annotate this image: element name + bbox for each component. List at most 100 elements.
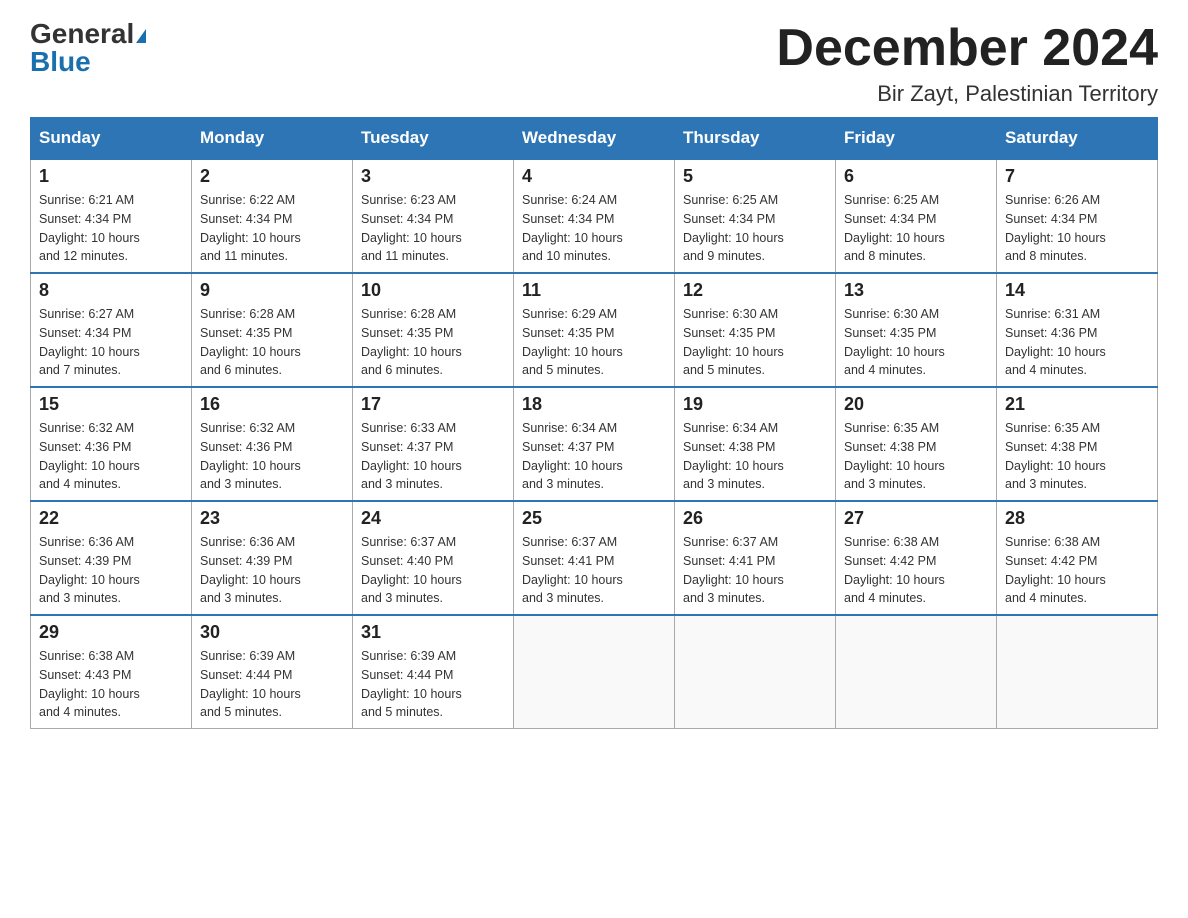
day-info: Sunrise: 6:31 AM Sunset: 4:36 PM Dayligh… [1005,305,1149,380]
day-number: 3 [361,166,505,187]
day-number: 8 [39,280,183,301]
table-row: 18 Sunrise: 6:34 AM Sunset: 4:37 PM Dayl… [514,387,675,501]
table-row: 5 Sunrise: 6:25 AM Sunset: 4:34 PM Dayli… [675,159,836,273]
logo-text: General Blue [30,20,146,76]
day-info: Sunrise: 6:22 AM Sunset: 4:34 PM Dayligh… [200,191,344,266]
day-info: Sunrise: 6:36 AM Sunset: 4:39 PM Dayligh… [39,533,183,608]
table-row: 28 Sunrise: 6:38 AM Sunset: 4:42 PM Dayl… [997,501,1158,615]
day-info: Sunrise: 6:38 AM Sunset: 4:42 PM Dayligh… [1005,533,1149,608]
day-info: Sunrise: 6:29 AM Sunset: 4:35 PM Dayligh… [522,305,666,380]
day-info: Sunrise: 6:34 AM Sunset: 4:37 PM Dayligh… [522,419,666,494]
page-header: General Blue December 2024 Bir Zayt, Pal… [30,20,1158,107]
day-number: 13 [844,280,988,301]
day-number: 27 [844,508,988,529]
table-row [836,615,997,729]
logo-blue-text: Blue [30,46,91,77]
day-info: Sunrise: 6:35 AM Sunset: 4:38 PM Dayligh… [1005,419,1149,494]
day-info: Sunrise: 6:34 AM Sunset: 4:38 PM Dayligh… [683,419,827,494]
day-number: 16 [200,394,344,415]
table-row: 9 Sunrise: 6:28 AM Sunset: 4:35 PM Dayli… [192,273,353,387]
table-row: 17 Sunrise: 6:33 AM Sunset: 4:37 PM Dayl… [353,387,514,501]
col-saturday: Saturday [997,118,1158,160]
table-row: 10 Sunrise: 6:28 AM Sunset: 4:35 PM Dayl… [353,273,514,387]
day-info: Sunrise: 6:28 AM Sunset: 4:35 PM Dayligh… [361,305,505,380]
header-row: Sunday Monday Tuesday Wednesday Thursday… [31,118,1158,160]
week-row-5: 29 Sunrise: 6:38 AM Sunset: 4:43 PM Dayl… [31,615,1158,729]
table-row: 15 Sunrise: 6:32 AM Sunset: 4:36 PM Dayl… [31,387,192,501]
table-row: 11 Sunrise: 6:29 AM Sunset: 4:35 PM Dayl… [514,273,675,387]
table-row: 12 Sunrise: 6:30 AM Sunset: 4:35 PM Dayl… [675,273,836,387]
title-area: December 2024 Bir Zayt, Palestinian Terr… [776,20,1158,107]
table-row: 21 Sunrise: 6:35 AM Sunset: 4:38 PM Dayl… [997,387,1158,501]
day-number: 11 [522,280,666,301]
day-info: Sunrise: 6:37 AM Sunset: 4:41 PM Dayligh… [683,533,827,608]
day-number: 7 [1005,166,1149,187]
day-number: 20 [844,394,988,415]
col-friday: Friday [836,118,997,160]
day-number: 26 [683,508,827,529]
table-row: 19 Sunrise: 6:34 AM Sunset: 4:38 PM Dayl… [675,387,836,501]
col-sunday: Sunday [31,118,192,160]
day-number: 25 [522,508,666,529]
month-title: December 2024 [776,20,1158,77]
day-info: Sunrise: 6:38 AM Sunset: 4:42 PM Dayligh… [844,533,988,608]
table-row: 1 Sunrise: 6:21 AM Sunset: 4:34 PM Dayli… [31,159,192,273]
logo-triangle-icon [136,29,146,43]
table-row: 8 Sunrise: 6:27 AM Sunset: 4:34 PM Dayli… [31,273,192,387]
table-row: 20 Sunrise: 6:35 AM Sunset: 4:38 PM Dayl… [836,387,997,501]
week-row-2: 8 Sunrise: 6:27 AM Sunset: 4:34 PM Dayli… [31,273,1158,387]
table-row: 25 Sunrise: 6:37 AM Sunset: 4:41 PM Dayl… [514,501,675,615]
table-row [997,615,1158,729]
table-row: 14 Sunrise: 6:31 AM Sunset: 4:36 PM Dayl… [997,273,1158,387]
day-number: 17 [361,394,505,415]
day-info: Sunrise: 6:37 AM Sunset: 4:41 PM Dayligh… [522,533,666,608]
day-number: 14 [1005,280,1149,301]
table-row: 7 Sunrise: 6:26 AM Sunset: 4:34 PM Dayli… [997,159,1158,273]
day-info: Sunrise: 6:38 AM Sunset: 4:43 PM Dayligh… [39,647,183,722]
day-info: Sunrise: 6:32 AM Sunset: 4:36 PM Dayligh… [39,419,183,494]
day-info: Sunrise: 6:35 AM Sunset: 4:38 PM Dayligh… [844,419,988,494]
day-info: Sunrise: 6:25 AM Sunset: 4:34 PM Dayligh… [683,191,827,266]
week-row-4: 22 Sunrise: 6:36 AM Sunset: 4:39 PM Dayl… [31,501,1158,615]
day-number: 18 [522,394,666,415]
logo: General Blue [30,20,146,76]
table-row: 27 Sunrise: 6:38 AM Sunset: 4:42 PM Dayl… [836,501,997,615]
table-row: 3 Sunrise: 6:23 AM Sunset: 4:34 PM Dayli… [353,159,514,273]
week-row-3: 15 Sunrise: 6:32 AM Sunset: 4:36 PM Dayl… [31,387,1158,501]
day-info: Sunrise: 6:39 AM Sunset: 4:44 PM Dayligh… [361,647,505,722]
day-number: 29 [39,622,183,643]
table-row [675,615,836,729]
table-row: 16 Sunrise: 6:32 AM Sunset: 4:36 PM Dayl… [192,387,353,501]
day-info: Sunrise: 6:30 AM Sunset: 4:35 PM Dayligh… [683,305,827,380]
location-title: Bir Zayt, Palestinian Territory [776,81,1158,107]
day-info: Sunrise: 6:33 AM Sunset: 4:37 PM Dayligh… [361,419,505,494]
table-row: 26 Sunrise: 6:37 AM Sunset: 4:41 PM Dayl… [675,501,836,615]
day-info: Sunrise: 6:36 AM Sunset: 4:39 PM Dayligh… [200,533,344,608]
table-row: 22 Sunrise: 6:36 AM Sunset: 4:39 PM Dayl… [31,501,192,615]
day-info: Sunrise: 6:21 AM Sunset: 4:34 PM Dayligh… [39,191,183,266]
table-row: 6 Sunrise: 6:25 AM Sunset: 4:34 PM Dayli… [836,159,997,273]
col-thursday: Thursday [675,118,836,160]
col-wednesday: Wednesday [514,118,675,160]
day-info: Sunrise: 6:23 AM Sunset: 4:34 PM Dayligh… [361,191,505,266]
day-number: 28 [1005,508,1149,529]
day-info: Sunrise: 6:39 AM Sunset: 4:44 PM Dayligh… [200,647,344,722]
day-number: 6 [844,166,988,187]
col-monday: Monday [192,118,353,160]
day-number: 9 [200,280,344,301]
day-info: Sunrise: 6:25 AM Sunset: 4:34 PM Dayligh… [844,191,988,266]
col-tuesday: Tuesday [353,118,514,160]
table-row [514,615,675,729]
table-row: 24 Sunrise: 6:37 AM Sunset: 4:40 PM Dayl… [353,501,514,615]
table-row: 4 Sunrise: 6:24 AM Sunset: 4:34 PM Dayli… [514,159,675,273]
day-number: 31 [361,622,505,643]
table-row: 13 Sunrise: 6:30 AM Sunset: 4:35 PM Dayl… [836,273,997,387]
day-info: Sunrise: 6:30 AM Sunset: 4:35 PM Dayligh… [844,305,988,380]
day-info: Sunrise: 6:26 AM Sunset: 4:34 PM Dayligh… [1005,191,1149,266]
day-info: Sunrise: 6:32 AM Sunset: 4:36 PM Dayligh… [200,419,344,494]
day-number: 22 [39,508,183,529]
day-number: 19 [683,394,827,415]
day-info: Sunrise: 6:27 AM Sunset: 4:34 PM Dayligh… [39,305,183,380]
day-number: 21 [1005,394,1149,415]
table-row: 30 Sunrise: 6:39 AM Sunset: 4:44 PM Dayl… [192,615,353,729]
